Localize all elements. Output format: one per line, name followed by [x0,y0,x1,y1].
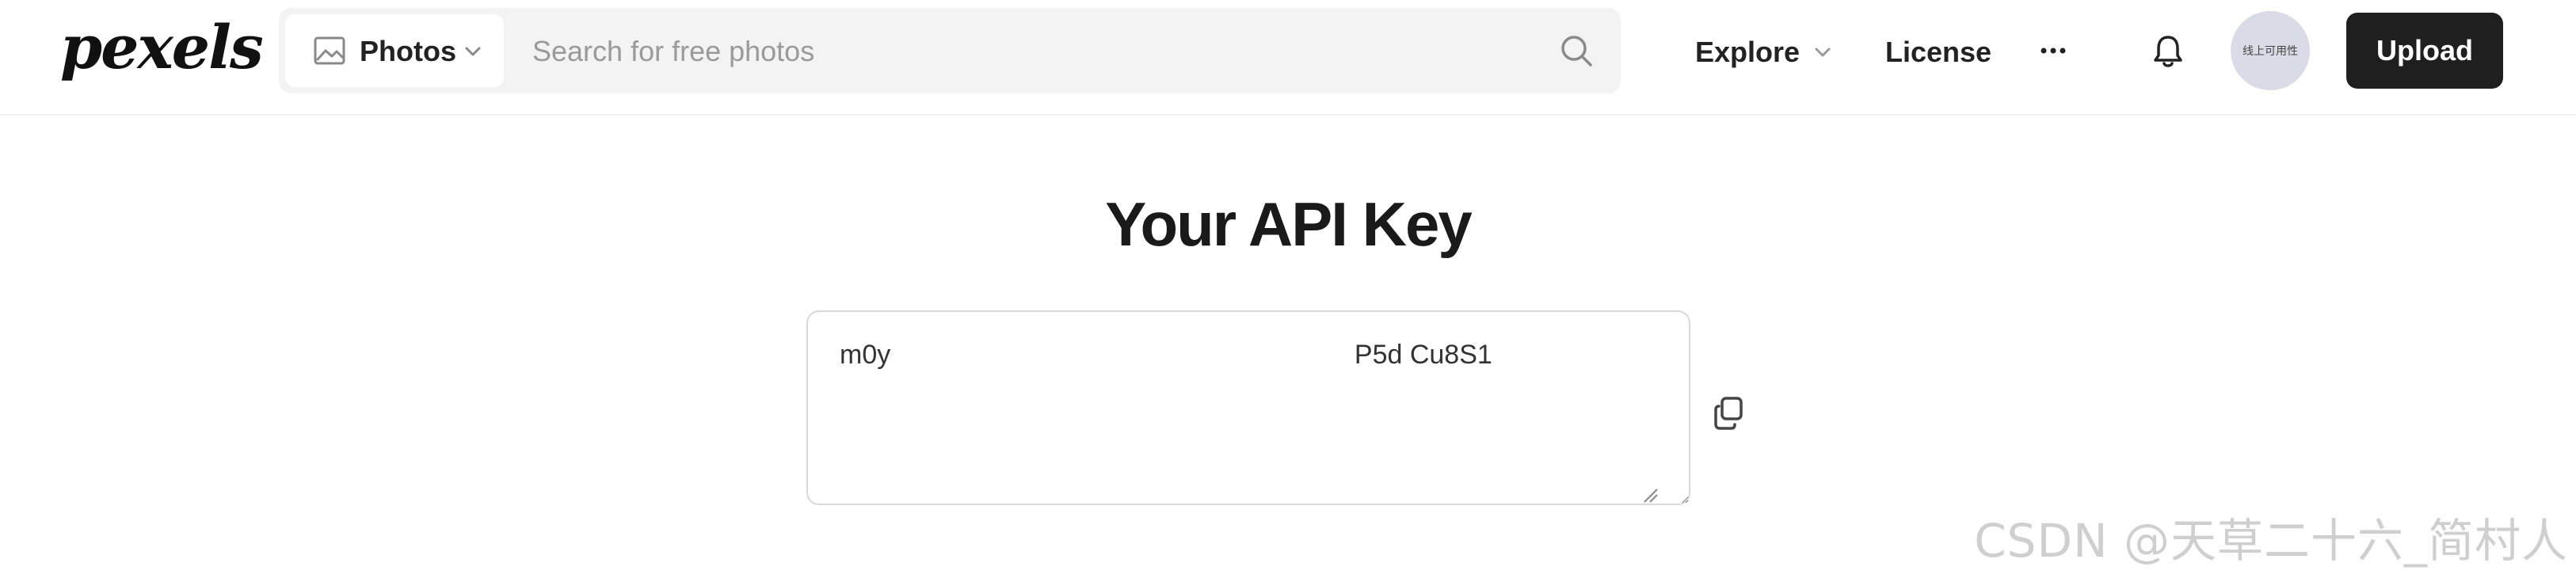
chevron-down-icon [1815,48,1831,57]
page-title: Your API Key [1105,189,1472,259]
pexels-logo[interactable]: pexels [60,8,264,87]
chevron-down-icon [465,47,481,56]
bell-icon[interactable] [2151,33,2185,70]
more-icon[interactable] [2039,41,2067,60]
upload-button[interactable]: Upload [2346,13,2503,89]
nav-explore-label: Explore [1695,36,1801,68]
nav-license[interactable]: License [1885,29,1991,76]
avatar[interactable]: 线上可用性 [2231,11,2310,90]
search-icon[interactable] [1559,33,1594,68]
search-bar: Photos [279,8,1621,93]
search-type-dropdown[interactable]: Photos [285,14,504,87]
search-type-label: Photos [360,35,456,67]
nav-explore[interactable]: Explore [1695,29,1833,76]
watermark: CSDN @天草二十六_简村人 [1974,514,2568,568]
top-navbar: pexels Photos Explore License [0,0,2576,116]
avatar-text: 线上可用性 [2243,44,2298,57]
search-input[interactable] [532,32,1515,71]
api-key-textarea[interactable]: m0y P5d Cu8S1 [806,310,1690,505]
image-icon [314,36,345,65]
copy-icon[interactable] [1713,396,1744,431]
